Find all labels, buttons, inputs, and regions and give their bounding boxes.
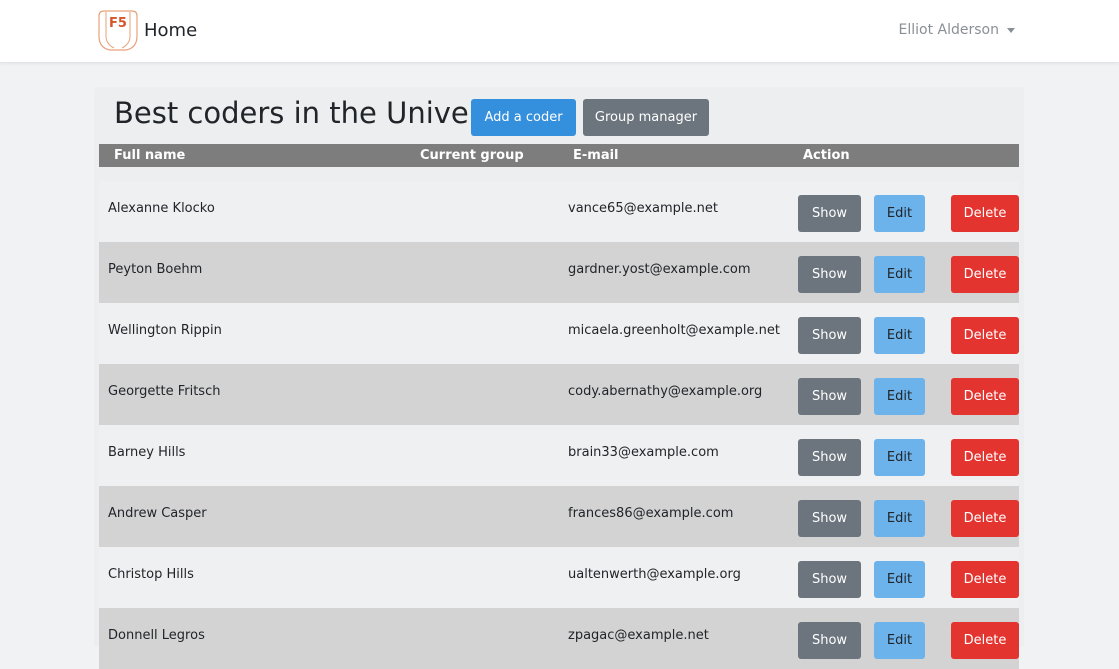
row-full-name: Alexanne Klocko bbox=[108, 201, 215, 216]
header-full-name: Full name bbox=[114, 148, 186, 163]
show-button[interactable]: Show bbox=[798, 622, 861, 659]
edit-button[interactable]: Edit bbox=[874, 195, 925, 232]
table-row: Alexanne Klocko vance65@example.net Show Ed… bbox=[99, 181, 1019, 242]
show-button[interactable]: Show bbox=[798, 195, 861, 232]
delete-button[interactable]: Delete bbox=[951, 439, 1019, 476]
user-dropdown[interactable]: Elliot Alderson bbox=[899, 22, 1015, 38]
row-email: cody.abernathy@example.org bbox=[568, 384, 763, 399]
delete-button[interactable]: Delete bbox=[951, 256, 1019, 293]
show-button[interactable]: Show bbox=[798, 256, 861, 293]
top-navbar: F5 Home Elliot Alderson bbox=[0, 0, 1119, 63]
delete-button[interactable]: Delete bbox=[951, 622, 1019, 659]
delete-button[interactable]: Delete bbox=[951, 195, 1019, 232]
row-email: brain33@example.com bbox=[568, 445, 719, 460]
table-header: Full name Current group E-mail Action bbox=[99, 144, 1019, 167]
table-row: Peyton Boehm gardner.yost@example.com Show… bbox=[99, 242, 1019, 303]
delete-button[interactable]: Delete bbox=[951, 561, 1019, 598]
row-full-name: Georgette Fritsch bbox=[108, 384, 221, 399]
table-row: Andrew Casper frances86@example.com Show Ed… bbox=[99, 486, 1019, 547]
edit-button[interactable]: Edit bbox=[874, 500, 925, 537]
show-button[interactable]: Show bbox=[798, 561, 861, 598]
show-button[interactable]: Show bbox=[798, 317, 861, 354]
row-full-name: Andrew Casper bbox=[108, 506, 207, 521]
add-coder-button[interactable]: Add a coder bbox=[471, 99, 576, 136]
row-full-name: Christop Hills bbox=[108, 567, 194, 582]
page-title: Best coders in the Universe bbox=[114, 96, 514, 130]
show-button[interactable]: Show bbox=[798, 500, 861, 537]
table-row: Barney Hills brain33@example.com Show Edit D… bbox=[99, 425, 1019, 486]
table-row: Wellington Rippin micaela.greenholt@examp… bbox=[99, 303, 1019, 364]
delete-button[interactable]: Delete bbox=[951, 378, 1019, 415]
row-full-name: Peyton Boehm bbox=[108, 262, 203, 277]
table-row: Georgette Fritsch cody.abernathy@example.… bbox=[99, 364, 1019, 425]
group-manager-button[interactable]: Group manager bbox=[583, 99, 709, 136]
edit-button[interactable]: Edit bbox=[874, 378, 925, 415]
logo-text: F5 bbox=[109, 16, 127, 31]
delete-button[interactable]: Delete bbox=[951, 317, 1019, 354]
brand-home-link[interactable]: Home bbox=[144, 20, 197, 41]
row-email: micaela.greenholt@example.net bbox=[568, 323, 780, 338]
row-full-name: Barney Hills bbox=[108, 445, 186, 460]
edit-button[interactable]: Edit bbox=[874, 561, 925, 598]
header-email: E-mail bbox=[573, 148, 619, 163]
edit-button[interactable]: Edit bbox=[874, 439, 925, 476]
user-name: Elliot Alderson bbox=[898, 22, 999, 38]
row-email: vance65@example.net bbox=[568, 201, 719, 216]
edit-button[interactable]: Edit bbox=[874, 317, 925, 354]
row-email: frances86@example.com bbox=[568, 506, 734, 521]
show-button[interactable]: Show bbox=[798, 378, 861, 415]
table-row: Donnell Legros zpagac@example.net Show Edit… bbox=[99, 608, 1019, 669]
edit-button[interactable]: Edit bbox=[874, 256, 925, 293]
edit-button[interactable]: Edit bbox=[874, 622, 925, 659]
caret-down-icon bbox=[1007, 27, 1015, 33]
row-email: ualtenwerth@example.org bbox=[568, 567, 741, 582]
delete-button[interactable]: Delete bbox=[951, 500, 1019, 537]
row-email: gardner.yost@example.com bbox=[568, 262, 751, 277]
header-current-group: Current group bbox=[420, 148, 524, 163]
show-button[interactable]: Show bbox=[798, 439, 861, 476]
row-full-name: Wellington Rippin bbox=[108, 323, 222, 338]
f5-logo-icon[interactable]: F5 bbox=[96, 8, 140, 52]
table-row: Christop Hills ualtenwerth@example.org Sho… bbox=[99, 547, 1019, 608]
header-action: Action bbox=[803, 148, 850, 163]
